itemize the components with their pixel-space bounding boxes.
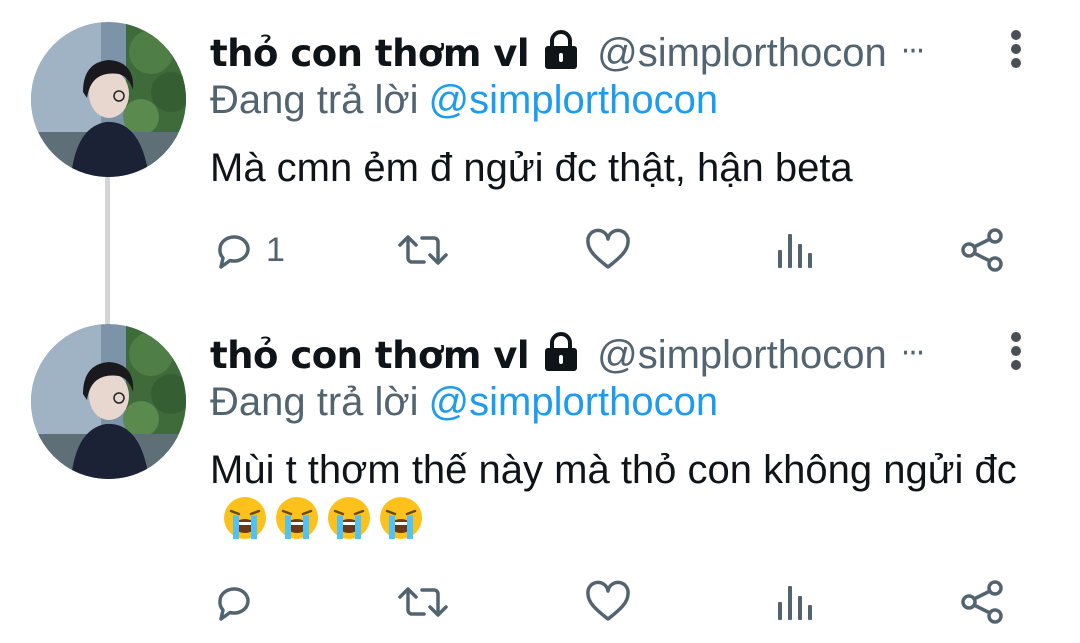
retweet-icon — [398, 235, 448, 265]
share-icon — [961, 580, 1003, 624]
like-button[interactable] — [585, 222, 631, 278]
avatar[interactable] — [31, 22, 186, 177]
replying-to-mention[interactable]: @simplorthocon — [429, 78, 719, 122]
avatar-image — [31, 324, 186, 479]
share-button[interactable] — [958, 222, 1006, 278]
reply-icon — [218, 587, 250, 621]
retweet-button[interactable] — [396, 574, 450, 630]
tweet[interactable]: thỏ con thơm vl @simplorthocon ··· Đang … — [0, 302, 1080, 643]
share-icon — [961, 228, 1003, 272]
like-icon — [586, 228, 630, 269]
replying-to-label: Đang trả lời — [210, 380, 419, 424]
replying-to: Đang trả lời @simplorthocon — [210, 78, 718, 123]
retweet-button[interactable] — [396, 222, 450, 278]
tweet-header: thỏ con thơm vl @simplorthocon ··· — [210, 26, 926, 80]
tweet[interactable]: thỏ con thơm vl @simplorthocon ··· Đang … — [0, 0, 1080, 300]
handle[interactable]: @simplorthocon — [597, 31, 887, 76]
tweet-text: Mùi t thơm thế này mà thỏ con không ngửi… — [210, 445, 1030, 545]
crying-face-emoji — [380, 497, 422, 539]
views-button[interactable] — [775, 222, 815, 278]
tweet-text-content: Mùi t thơm thế này mà thỏ con không ngửi… — [210, 448, 1017, 492]
lock-icon — [541, 331, 581, 373]
crying-face-emoji — [328, 497, 370, 539]
replying-to-mention[interactable]: @simplorthocon — [429, 380, 719, 424]
tweet-text: Mà cmn ẻm đ ngửi đc thật, hận beta — [210, 143, 1030, 193]
reply-icon — [218, 235, 250, 269]
more-horizontal-icon[interactable]: ··· — [901, 336, 926, 371]
action-bar — [0, 574, 1080, 630]
views-icon — [778, 586, 812, 620]
action-bar: 1 — [0, 222, 1080, 278]
reply-count: 1 — [266, 230, 285, 269]
reply-button[interactable] — [212, 574, 266, 630]
more-vertical-icon[interactable] — [1008, 332, 1024, 370]
avatar-image — [31, 22, 186, 177]
display-name[interactable]: thỏ con thơm vl — [210, 32, 530, 75]
retweet-icon — [398, 587, 448, 617]
crying-face-emoji — [276, 497, 318, 539]
replying-to-label: Đang trả lời — [210, 78, 419, 122]
avatar[interactable] — [31, 324, 186, 479]
replying-to: Đang trả lời @simplorthocon — [210, 380, 718, 425]
tweet-text-content: Mà cmn ẻm đ ngửi đc thật, hận beta — [210, 146, 853, 190]
more-horizontal-icon[interactable]: ··· — [901, 34, 926, 69]
like-button[interactable] — [585, 574, 631, 630]
emoji-group — [210, 497, 430, 542]
display-name[interactable]: thỏ con thơm vl — [210, 334, 530, 377]
tweet-header: thỏ con thơm vl @simplorthocon ··· — [210, 328, 926, 382]
views-icon — [778, 234, 812, 268]
share-button[interactable] — [958, 574, 1006, 630]
reply-button[interactable]: 1 — [212, 222, 285, 278]
crying-face-emoji — [224, 497, 266, 539]
like-icon — [586, 580, 630, 621]
handle[interactable]: @simplorthocon — [597, 333, 887, 378]
more-vertical-icon[interactable] — [1008, 30, 1024, 68]
views-button[interactable] — [775, 574, 815, 630]
lock-icon — [541, 29, 581, 71]
